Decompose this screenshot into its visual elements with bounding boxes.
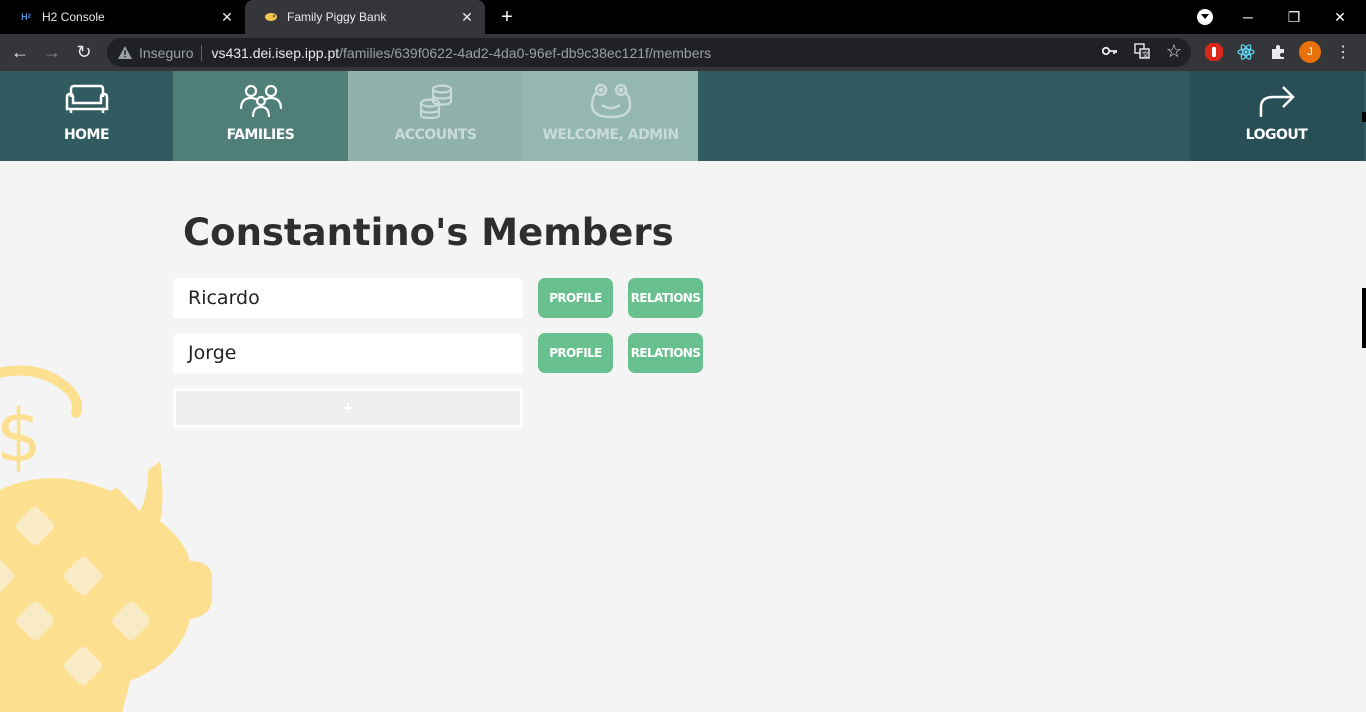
back-icon[interactable]: ←: [7, 39, 33, 65]
coins-icon: [419, 84, 452, 119]
scrollbar-gap: [1362, 161, 1366, 281]
react-devtools-icon[interactable]: [1235, 41, 1257, 63]
warning-icon[interactable]: [117, 45, 133, 61]
url-path: /families/639f0622-4ad2-4da0-96ef-db9c38…: [339, 44, 712, 61]
svg-text:$: $: [0, 394, 42, 478]
app-navbar: HOME FAMILIES ACCOUNTS WELCOME, ADMIN LO…: [0, 71, 1366, 161]
member-name: Jorge: [173, 333, 523, 373]
forward-icon[interactable]: →: [39, 39, 65, 65]
h2-icon: H2: [21, 12, 31, 22]
extensions-puzzle-icon[interactable]: [1267, 41, 1289, 63]
key-icon[interactable]: [1100, 41, 1120, 61]
close-window-icon[interactable]: ✕: [1317, 0, 1363, 34]
profile-button[interactable]: PROFILE: [538, 333, 613, 373]
reload-icon[interactable]: ↻: [71, 39, 97, 65]
nav-accounts[interactable]: ACCOUNTS: [348, 71, 523, 161]
restore-icon[interactable]: ❐: [1271, 0, 1317, 34]
minimize-icon[interactable]: ─: [1225, 0, 1271, 34]
member-name: Ricardo: [173, 278, 523, 318]
add-member-button[interactable]: +: [173, 388, 523, 428]
svg-text:文: 文: [1142, 50, 1149, 59]
close-tab-icon[interactable]: ✕: [219, 9, 235, 25]
nav-logout[interactable]: LOGOUT: [1189, 71, 1364, 161]
nav-home[interactable]: HOME: [0, 71, 173, 161]
browser-toolbar: ← → ↻ Inseguro vs431.dei.isep.ipp.pt /fa…: [0, 34, 1366, 71]
nav-welcome[interactable]: WELCOME, ADMIN: [523, 71, 698, 161]
nav-logout-label: LOGOUT: [1245, 127, 1308, 143]
page-title: Constantino's Members: [183, 211, 674, 254]
frog-icon: [590, 83, 631, 119]
sofa-icon: [65, 84, 108, 113]
relations-button[interactable]: RELATIONS: [628, 278, 703, 318]
profile-button[interactable]: PROFILE: [538, 278, 613, 318]
close-tab-icon[interactable]: ✕: [459, 9, 475, 25]
browser-tab-h2-console[interactable]: H2 H2 Console ✕: [0, 0, 245, 34]
browser-tab-strip: H2 H2 Console ✕ Family Piggy Bank ✕ + ─ …: [0, 0, 1366, 34]
new-tab-button[interactable]: +: [496, 6, 518, 28]
translate-icon[interactable]: 文: [1132, 41, 1152, 61]
nav-welcome-label: WELCOME, ADMIN: [542, 127, 679, 143]
nav-families[interactable]: FAMILIES: [173, 71, 348, 161]
member-row: Jorge PROFILE RELATIONS: [173, 333, 713, 373]
scrollbar-edge: [1362, 112, 1366, 122]
tab-title: Family Piggy Bank: [287, 10, 387, 24]
bookmark-star-icon[interactable]: ☆: [1164, 41, 1184, 61]
tab-search-icon[interactable]: [1197, 9, 1213, 25]
logout-arrow-icon: [1259, 86, 1295, 117]
url-host: vs431.dei.isep.ipp.pt: [211, 44, 340, 61]
scrollbar-thumb[interactable]: [1362, 288, 1366, 348]
relations-button[interactable]: RELATIONS: [628, 333, 703, 373]
adblock-extension-icon[interactable]: [1203, 41, 1225, 63]
nav-home-label: HOME: [63, 127, 110, 143]
tab-title: H2 Console: [42, 10, 105, 24]
profile-avatar[interactable]: J: [1299, 41, 1321, 63]
member-row: Ricardo PROFILE RELATIONS: [173, 278, 713, 318]
security-label: Inseguro: [139, 44, 194, 61]
nav-accounts-label: ACCOUNTS: [394, 127, 477, 143]
browser-tab-family-piggy-bank[interactable]: Family Piggy Bank ✕: [245, 0, 485, 34]
nav-families-label: FAMILIES: [226, 127, 295, 143]
piggy-bank-icon: [263, 9, 279, 25]
address-bar[interactable]: Inseguro vs431.dei.isep.ipp.pt /families…: [107, 38, 1191, 67]
divider: [201, 44, 203, 61]
people-icon: [239, 84, 282, 118]
more-menu-icon[interactable]: ⋮: [1333, 41, 1353, 63]
main-content: $ Constantino's Members Ricardo PROFILE …: [0, 161, 1366, 712]
